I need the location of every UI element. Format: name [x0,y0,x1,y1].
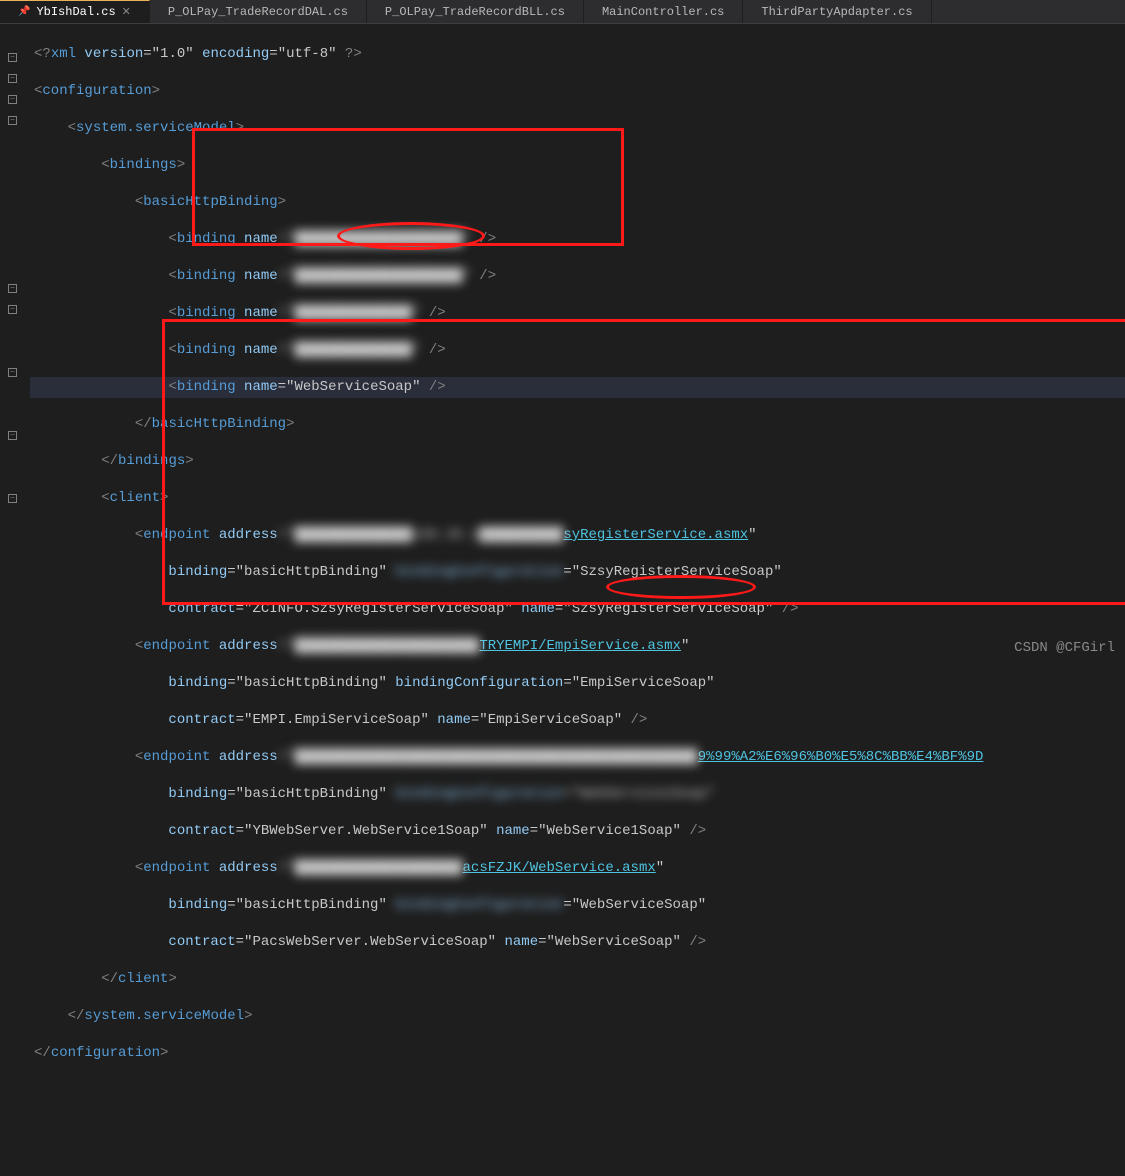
tab-thirdpartyadapter[interactable]: ThirdPartyApdapter.cs [743,0,931,23]
fold-icon[interactable]: − [8,494,17,503]
tab-label: P_OLPay_TradeRecordBLL.cs [385,5,565,19]
fold-icon[interactable]: − [8,431,17,440]
tab-label: ThirdPartyApdapter.cs [761,5,912,19]
tab-traderecordbll[interactable]: P_OLPay_TradeRecordBLL.cs [367,0,584,23]
watermark: CSDN @CFGirl [1014,640,1115,656]
line-gutter: − − − − − − − − − [0,24,30,664]
close-icon[interactable]: ✕ [122,5,131,19]
fold-icon[interactable]: − [8,305,17,314]
code-area[interactable]: <?xml version="1.0" encoding="utf-8" ?> … [30,24,1125,664]
code-editor: − − − − − − − − − <?xml version="1.0" en… [0,24,1125,664]
fold-icon[interactable]: − [8,284,17,293]
fold-icon[interactable]: − [8,95,17,104]
tab-traderecorddal[interactable]: P_OLPay_TradeRecordDAL.cs [150,0,367,23]
fold-icon[interactable]: − [8,53,17,62]
tab-label: MainController.cs [602,5,724,19]
tab-maincontroller[interactable]: MainController.cs [584,0,743,23]
pin-icon: 📌 [18,6,30,18]
fold-icon[interactable]: − [8,368,17,377]
tab-label: YbIshDal.cs [36,5,115,19]
editor-tabs: 📌 YbIshDal.cs ✕ P_OLPay_TradeRecordDAL.c… [0,0,1125,24]
fold-icon[interactable]: − [8,116,17,125]
tab-label: P_OLPay_TradeRecordDAL.cs [168,5,348,19]
tab-ybishdal[interactable]: 📌 YbIshDal.cs ✕ [0,0,150,23]
fold-icon[interactable]: − [8,74,17,83]
